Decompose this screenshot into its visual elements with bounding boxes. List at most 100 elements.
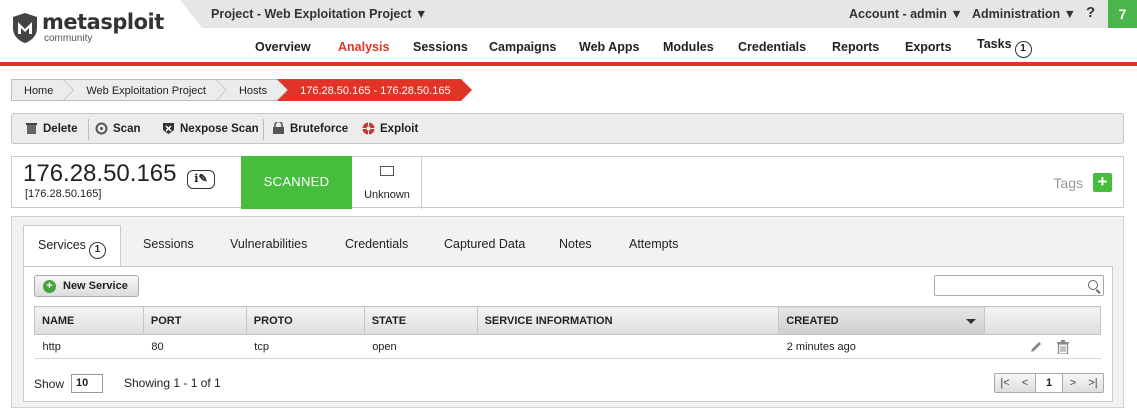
exploit-label: Exploit xyxy=(380,122,419,135)
scan-label: Scan xyxy=(113,122,141,135)
project-selector[interactable]: Project - Web Exploitation Project ▼ xyxy=(211,7,427,21)
sort-descending-icon xyxy=(966,319,977,324)
tab-captured-data[interactable]: Captured Data xyxy=(444,237,525,251)
host-os: Unknown xyxy=(352,156,422,209)
column-header-created[interactable]: CREATED xyxy=(778,306,986,335)
host-details-panel: Services 1 Sessions Vulnerabilities Crede… xyxy=(11,216,1124,408)
search-input[interactable] xyxy=(935,276,1080,295)
column-header-state[interactable]: STATE xyxy=(363,306,478,335)
nav-web-apps[interactable]: Web Apps xyxy=(579,40,639,54)
cell-name: http xyxy=(34,334,144,359)
page-size-input[interactable]: 10 xyxy=(71,374,104,393)
nav-sessions[interactable]: Sessions xyxy=(413,40,468,54)
column-header-actions xyxy=(984,306,1101,335)
host-address: 176.28.50.165 xyxy=(23,160,177,187)
table-header-row: NAME PORT PROTO STATE SERVICE INFORMATIO… xyxy=(34,306,1101,335)
pagination: |< < 1 > >| xyxy=(994,373,1104,393)
notification-badge[interactable]: 7 xyxy=(1108,0,1137,28)
tab-sessions[interactable]: Sessions xyxy=(143,237,194,251)
edit-pencil-icon[interactable] xyxy=(1029,340,1043,354)
toolbar-divider xyxy=(88,119,89,140)
tab-notes[interactable]: Notes xyxy=(559,237,592,251)
cell-service-information xyxy=(477,334,779,359)
nexpose-scan-button[interactable]: Nexpose Scan xyxy=(162,122,259,135)
table-row[interactable]: http 80 tcp open 2 minutes ago xyxy=(34,334,1101,359)
host-address-range: [176.28.50.165] xyxy=(25,188,102,200)
new-service-label: New Service xyxy=(63,280,128,292)
column-header-name[interactable]: NAME xyxy=(34,306,144,335)
scan-icon xyxy=(95,122,108,135)
show-label: Show xyxy=(34,376,65,391)
exploit-icon xyxy=(362,122,375,135)
nexpose-icon xyxy=(163,123,174,134)
delete-button[interactable]: Delete xyxy=(25,122,78,135)
services-table: NAME PORT PROTO STATE SERVICE INFORMATIO… xyxy=(34,306,1101,359)
delete-label: Delete xyxy=(43,122,78,135)
toolbar-divider xyxy=(263,119,264,140)
services-count-badge: 1 xyxy=(88,242,106,259)
main-nav: Overview Analysis Sessions Campaigns Web… xyxy=(0,37,1137,58)
column-header-proto[interactable]: PROTO xyxy=(245,306,365,335)
host-status-badge: SCANNED xyxy=(241,156,352,209)
tab-services-label: Services xyxy=(38,238,86,252)
cell-created: 2 minutes ago xyxy=(778,334,985,359)
scan-button[interactable]: Scan xyxy=(95,122,141,135)
nav-analysis[interactable]: Analysis xyxy=(338,40,389,54)
services-tab-content: + New Service NAME PORT PROTO STATE SERV… xyxy=(23,266,1113,402)
pagination-summary: Showing 1 - 1 of 1 xyxy=(124,376,221,390)
tasks-count-badge: 1 xyxy=(1014,41,1032,58)
nav-tasks-label: Tasks xyxy=(977,37,1012,51)
page-size-control: Show 10 xyxy=(34,374,104,393)
breadcrumb-home[interactable]: Home xyxy=(11,79,75,101)
new-service-button[interactable]: + New Service xyxy=(34,275,139,297)
breadcrumb-project[interactable]: Web Exploitation Project xyxy=(63,79,227,101)
info-glyph: i xyxy=(194,172,199,185)
last-page-icon[interactable]: >| xyxy=(1083,374,1103,392)
column-header-port[interactable]: PORT xyxy=(142,306,247,335)
next-page-icon[interactable]: > xyxy=(1063,374,1083,392)
account-menu[interactable]: Account - admin ▼ xyxy=(849,7,963,21)
prev-page-icon[interactable]: < xyxy=(1015,374,1035,392)
tab-services[interactable]: Services 1 xyxy=(23,225,121,268)
host-toolbar: Delete Scan Nexpose Scan Bruteforce Expl… xyxy=(11,113,1124,144)
search-icon[interactable] xyxy=(1088,280,1098,290)
nexpose-scan-label: Nexpose Scan xyxy=(180,122,259,135)
tags-label: Tags xyxy=(1053,175,1083,191)
breadcrumb-current-host: 176.28.50.165 - 176.28.50.165 xyxy=(277,79,473,101)
delete-trash-icon[interactable] xyxy=(1056,339,1069,354)
tab-vulnerabilities[interactable]: Vulnerabilities xyxy=(230,237,307,251)
nav-exports[interactable]: Exports xyxy=(905,40,952,54)
cell-port: 80 xyxy=(143,334,247,359)
services-search xyxy=(934,275,1104,296)
administration-menu[interactable]: Administration ▼ xyxy=(972,7,1076,21)
bruteforce-button[interactable]: Bruteforce xyxy=(272,122,348,135)
logo-wordmark: metasploit xyxy=(42,10,164,34)
tab-credentials[interactable]: Credentials xyxy=(345,237,408,251)
bruteforce-label: Bruteforce xyxy=(290,122,349,135)
app-header: metasploit community Project - Web Explo… xyxy=(0,0,1137,66)
help-icon[interactable]: ? xyxy=(1086,4,1095,21)
plus-icon: + xyxy=(43,279,56,293)
created-header-label: CREATED xyxy=(786,314,839,327)
exploit-button[interactable]: Exploit xyxy=(362,122,418,135)
tab-attempts[interactable]: Attempts xyxy=(629,237,678,251)
add-tag-button[interactable]: + xyxy=(1093,173,1112,192)
breadcrumb: Home Web Exploitation Project Hosts 176.… xyxy=(11,79,473,101)
bruteforce-icon xyxy=(273,122,284,134)
host-os-label: Unknown xyxy=(364,189,410,201)
delete-icon xyxy=(26,123,37,134)
nav-reports[interactable]: Reports xyxy=(832,40,879,54)
nav-overview[interactable]: Overview xyxy=(255,40,311,54)
host-summary: 176.28.50.165 [176.28.50.165] i✎ SCANNED… xyxy=(11,156,1124,209)
column-header-service-information[interactable]: SERVICE INFORMATION xyxy=(476,306,780,335)
unknown-os-icon xyxy=(380,166,394,176)
nav-credentials[interactable]: Credentials xyxy=(738,40,806,54)
row-actions xyxy=(984,334,1101,359)
first-page-icon[interactable]: |< xyxy=(995,374,1015,392)
nav-modules[interactable]: Modules xyxy=(663,40,714,54)
nav-campaigns[interactable]: Campaigns xyxy=(489,40,556,54)
current-page-input[interactable]: 1 xyxy=(1035,374,1063,392)
cell-proto: tcp xyxy=(246,334,365,359)
host-info-edit-icon[interactable]: i✎ xyxy=(187,170,215,189)
nav-tasks[interactable]: Tasks 1 xyxy=(977,37,1032,58)
